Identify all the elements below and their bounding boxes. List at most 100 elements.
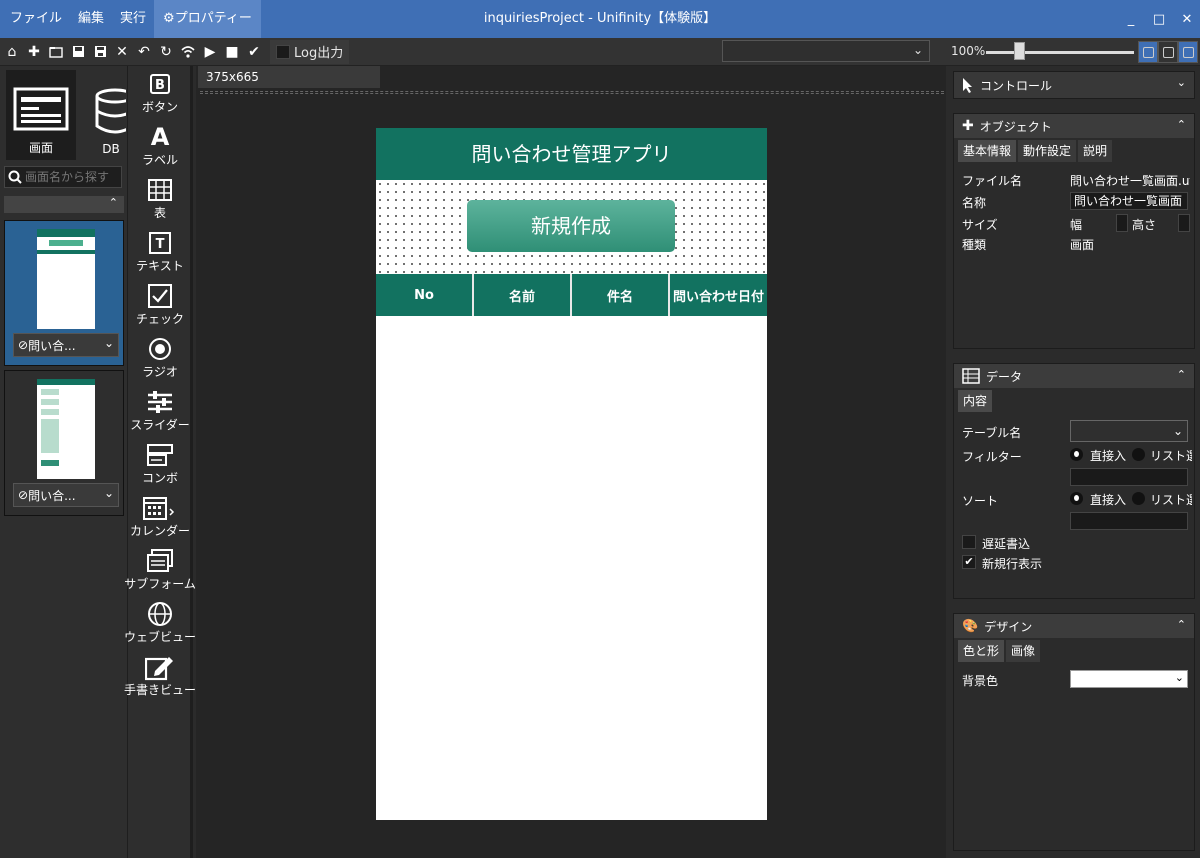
wifi-icon[interactable] bbox=[178, 42, 198, 62]
tool-label: サブフォーム bbox=[124, 577, 196, 591]
width-label: 幅 bbox=[1070, 218, 1083, 232]
sort-list-radio[interactable] bbox=[1132, 492, 1145, 505]
column-header-no[interactable]: No bbox=[376, 274, 474, 316]
sort-input[interactable] bbox=[1070, 512, 1188, 530]
tool-slider[interactable]: スライダー bbox=[128, 388, 192, 441]
device-select[interactable]: ⌄ bbox=[722, 40, 930, 62]
table-name-select[interactable]: ⌄ bbox=[1070, 420, 1188, 442]
view-single-button[interactable] bbox=[1138, 41, 1158, 63]
filter-direct-radio[interactable] bbox=[1070, 448, 1083, 461]
chevron-up-icon: ⌃ bbox=[1176, 368, 1186, 381]
screen-thumbnail-form[interactable]: ⊘ 問い合... ⌄ bbox=[4, 370, 124, 516]
tool-table[interactable]: 表 bbox=[128, 176, 192, 229]
screen-thumbnail-dropdown[interactable]: ⊘ 問い合... ⌄ bbox=[13, 483, 119, 507]
tool-subform[interactable]: サブフォーム bbox=[124, 547, 196, 600]
refresh-icon[interactable]: ↻ bbox=[156, 42, 176, 62]
editor-ruler bbox=[200, 91, 944, 94]
chevron-down-icon: ⌄ bbox=[1172, 424, 1183, 438]
tool-checkbox[interactable]: チェック bbox=[128, 282, 192, 335]
tool-combo[interactable]: コンボ bbox=[128, 441, 192, 494]
screen-editor: 375x665 問い合わせ管理アプリ 新規作成 No 名前 件名 問い合わせ日付 bbox=[196, 66, 946, 858]
screen-mode-button[interactable]: 画面 bbox=[6, 70, 76, 160]
design-panel-header[interactable]: 🎨 デザイン ⌃ bbox=[954, 614, 1194, 638]
name-input[interactable]: 問い合わせ一覧画面 bbox=[1070, 192, 1188, 210]
save-all-icon[interactable] bbox=[90, 42, 110, 62]
minimize-button[interactable]: _ bbox=[1124, 12, 1138, 27]
width-input[interactable] bbox=[1116, 214, 1128, 232]
close-button[interactable]: ✕ bbox=[1180, 12, 1194, 27]
filter-list-label: リスト選 bbox=[1150, 449, 1192, 463]
menu-properties[interactable]: ⚙プロパティー bbox=[154, 0, 261, 38]
column-header-name[interactable]: 名前 bbox=[474, 274, 572, 316]
close-file-icon[interactable]: ✕ bbox=[112, 42, 132, 62]
new-create-button[interactable]: 新規作成 bbox=[467, 200, 675, 252]
tab-basic-info[interactable]: 基本情報 bbox=[958, 140, 1017, 162]
view-full-button[interactable] bbox=[1178, 41, 1198, 63]
tool-button[interactable]: B ボタン bbox=[128, 70, 192, 123]
tab-image[interactable]: 画像 bbox=[1006, 640, 1041, 662]
screen-search-input[interactable] bbox=[25, 170, 119, 184]
screen-list-collapse-bar[interactable]: ⌃ bbox=[4, 196, 124, 213]
inquiry-table-header[interactable]: No 名前 件名 問い合わせ日付 bbox=[376, 274, 767, 316]
db-mode-button[interactable]: DB bbox=[76, 70, 126, 160]
chevron-up-icon: ⌃ bbox=[108, 196, 118, 209]
screen-thumbnail-dropdown[interactable]: ⊘ 問い合... ⌄ bbox=[13, 333, 119, 357]
tab-content[interactable]: 内容 bbox=[958, 390, 993, 412]
tool-calendar[interactable]: カレンダー bbox=[128, 494, 192, 547]
menu-file[interactable]: ファイル bbox=[2, 0, 70, 38]
add-icon[interactable]: ✚ bbox=[24, 42, 44, 62]
object-panel-title: オブジェクト bbox=[979, 119, 1052, 134]
tab-behavior[interactable]: 動作設定 bbox=[1018, 140, 1077, 162]
filter-input[interactable] bbox=[1070, 468, 1188, 486]
tool-webview[interactable]: ウェブビュー bbox=[124, 600, 196, 653]
column-header-subject[interactable]: 件名 bbox=[572, 274, 670, 316]
new-row-checkbox[interactable]: ✔ bbox=[962, 555, 976, 569]
open-folder-icon[interactable] bbox=[46, 42, 66, 62]
maximize-button[interactable]: □ bbox=[1152, 12, 1166, 27]
check-icon[interactable]: ✔ bbox=[244, 42, 264, 62]
object-panel-header[interactable]: ✚ オブジェクト ⌃ bbox=[954, 114, 1194, 138]
data-panel-header[interactable]: データ ⌃ bbox=[954, 364, 1194, 388]
delay-write-label: 遅延書込 bbox=[982, 537, 1031, 551]
column-header-date[interactable]: 問い合わせ日付 bbox=[670, 274, 767, 316]
sort-direct-radio[interactable] bbox=[1070, 492, 1083, 505]
chevron-down-icon: ⌄ bbox=[103, 336, 114, 350]
tool-handwriting[interactable]: 手書きビュー bbox=[124, 653, 196, 706]
delay-write-checkbox[interactable] bbox=[962, 535, 976, 549]
db-mode-label: DB bbox=[102, 142, 120, 156]
home-icon[interactable]: ⌂ bbox=[2, 42, 22, 62]
tool-radio[interactable]: ラジオ bbox=[128, 335, 192, 388]
svg-text:T: T bbox=[156, 237, 165, 252]
tool-label-control[interactable]: A ラベル bbox=[128, 123, 192, 176]
height-input[interactable] bbox=[1178, 214, 1190, 232]
tab-color-shape[interactable]: 色と形 bbox=[958, 640, 1005, 662]
subform-icon bbox=[147, 547, 173, 575]
zoom-slider-handle[interactable] bbox=[1014, 42, 1025, 60]
log-output-checkbox[interactable] bbox=[276, 44, 290, 59]
filter-list-radio[interactable] bbox=[1132, 448, 1145, 461]
phone-canvas[interactable]: 問い合わせ管理アプリ 新規作成 No 名前 件名 問い合わせ日付 bbox=[376, 128, 767, 820]
editor-tab-size[interactable]: 375x665 bbox=[198, 66, 380, 88]
button-area-grid[interactable]: 新規作成 bbox=[376, 180, 767, 274]
screen-icon bbox=[13, 87, 69, 131]
zoom-level: 100% bbox=[951, 44, 986, 58]
control-selector[interactable]: コントロール ⌄ bbox=[953, 71, 1195, 99]
background-color-select[interactable]: ⌄ bbox=[1070, 670, 1188, 688]
screen-search[interactable] bbox=[4, 166, 122, 188]
menu-run[interactable]: 実行 bbox=[112, 0, 154, 38]
tab-description[interactable]: 説明 bbox=[1078, 140, 1113, 162]
stop-icon[interactable]: ■ bbox=[222, 42, 242, 62]
tool-text[interactable]: T テキスト bbox=[128, 229, 192, 282]
view-split-button[interactable] bbox=[1158, 41, 1178, 63]
menu-edit[interactable]: 編集 bbox=[70, 0, 112, 38]
log-output-toggle[interactable]: Log出力 bbox=[270, 39, 350, 64]
zoom-slider-track[interactable] bbox=[986, 51, 1134, 54]
filter-direct-label: 直接入 bbox=[1090, 449, 1127, 463]
app-title-label[interactable]: 問い合わせ管理アプリ bbox=[376, 128, 767, 180]
screen-thumbnail-list[interactable]: ⊘ 問い合... ⌄ bbox=[4, 220, 124, 366]
play-icon[interactable]: ▶ bbox=[200, 42, 220, 62]
screen-thumbnail-label: 問い合... bbox=[28, 338, 76, 353]
save-icon[interactable] bbox=[68, 42, 88, 62]
puzzle-icon: ✚ bbox=[962, 118, 974, 134]
undo-icon[interactable]: ↶ bbox=[134, 42, 154, 62]
